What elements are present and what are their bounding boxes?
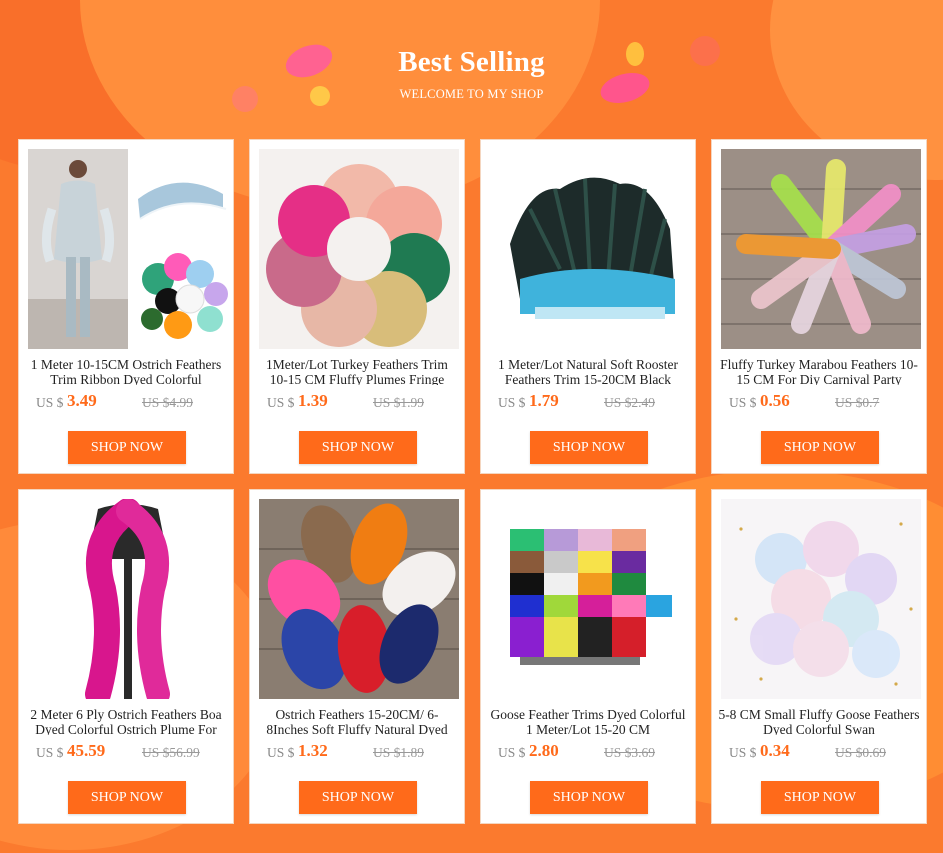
price-row: US $ 0.56 US $0.7 — [729, 391, 916, 413]
product-image[interactable] — [28, 149, 228, 349]
original-price: US $0.7 — [835, 395, 880, 410]
currency-label: US $ — [36, 395, 64, 410]
product-card[interactable]: 1 Meter/Lot Natural Soft Rooster Feather… — [480, 139, 696, 474]
price-row: US $ 1.39 US $1.99 — [267, 391, 454, 413]
currency-label: US $ — [36, 745, 64, 760]
shop-now-button[interactable]: SHOP NOW — [530, 781, 648, 814]
shop-now-button[interactable]: SHOP NOW — [530, 431, 648, 464]
shop-now-button[interactable]: SHOP NOW — [761, 781, 879, 814]
original-price: US $3.69 — [604, 745, 656, 760]
product-image[interactable] — [490, 149, 690, 349]
goose-trims-grid-image — [490, 499, 690, 699]
product-image[interactable] — [490, 499, 690, 699]
product-card[interactable]: 5-8 CM Small Fluffy Goose Feathers Dyed … — [711, 489, 927, 824]
section-title: Best Selling — [398, 46, 545, 78]
shop-now-button[interactable]: SHOP NOW — [68, 431, 186, 464]
product-title[interactable]: Fluffy Turkey Marabou Feathers 10-15 CM … — [718, 357, 920, 385]
price-row: US $ 2.80 US $3.69 — [498, 741, 685, 763]
turkey-feather-wreath-image — [259, 149, 459, 349]
product-image[interactable] — [721, 499, 921, 699]
section-header: Best Selling WELCOME TO MY SHOP — [0, 44, 943, 102]
sale-price: 1.39 — [298, 391, 328, 410]
currency-label: US $ — [267, 745, 295, 760]
sale-price: 3.49 — [67, 391, 97, 410]
currency-label: US $ — [498, 395, 526, 410]
marabou-feathers-on-wood-image — [721, 149, 921, 349]
product-title[interactable]: Goose Feather Trims Dyed Colorful 1 Mete… — [487, 707, 689, 735]
section-subtitle: WELCOME TO MY SHOP — [399, 87, 544, 101]
product-grid: 1 Meter 10-15CM Ostrich Feathers Trim Ri… — [18, 139, 927, 824]
price-row: US $ 1.32 US $1.89 — [267, 741, 454, 763]
product-title[interactable]: Ostrich Feathers 15-20CM/ 6-8Inches Soft… — [256, 707, 458, 735]
rooster-feather-trim-image — [490, 149, 690, 349]
product-image[interactable] — [28, 499, 228, 699]
original-price: US $1.89 — [373, 745, 425, 760]
product-title[interactable]: 1 Meter 10-15CM Ostrich Feathers Trim Ri… — [25, 357, 227, 385]
currency-label: US $ — [729, 395, 757, 410]
product-title[interactable]: 5-8 CM Small Fluffy Goose Feathers Dyed … — [718, 707, 920, 735]
sale-price: 45.59 — [67, 741, 106, 760]
product-card[interactable]: 1 Meter 10-15CM Ostrich Feathers Trim Ri… — [18, 139, 234, 474]
currency-label: US $ — [729, 745, 757, 760]
original-price: US $56.99 — [142, 745, 200, 760]
shop-now-button[interactable]: SHOP NOW — [68, 781, 186, 814]
ostrich-boa-image — [28, 499, 228, 699]
small-goose-feathers-image — [721, 499, 921, 699]
currency-label: US $ — [267, 395, 295, 410]
price-row: US $ 3.49 US $4.99 — [36, 391, 223, 413]
product-image[interactable] — [259, 149, 459, 349]
original-price: US $0.69 — [835, 745, 887, 760]
price-row: US $ 1.79 US $2.49 — [498, 391, 685, 413]
product-title[interactable]: 1Meter/Lot Turkey Feathers Trim 10-15 CM… — [256, 357, 458, 385]
product-card[interactable]: 1Meter/Lot Turkey Feathers Trim 10-15 CM… — [249, 139, 465, 474]
price-row: US $ 45.59 US $56.99 — [36, 741, 223, 763]
shop-now-button[interactable]: SHOP NOW — [299, 781, 417, 814]
shop-now-button[interactable]: SHOP NOW — [761, 431, 879, 464]
product-card[interactable]: Fluffy Turkey Marabou Feathers 10-15 CM … — [711, 139, 927, 474]
product-title[interactable]: 1 Meter/Lot Natural Soft Rooster Feather… — [487, 357, 689, 385]
product-card[interactable]: Goose Feather Trims Dyed Colorful 1 Mete… — [480, 489, 696, 824]
product-card[interactable]: 2 Meter 6 Ply Ostrich Feathers Boa Dyed … — [18, 489, 234, 824]
product-title[interactable]: 2 Meter 6 Ply Ostrich Feathers Boa Dyed … — [25, 707, 227, 735]
original-price: US $1.99 — [373, 395, 425, 410]
sale-price: 2.80 — [529, 741, 559, 760]
shop-now-button[interactable]: SHOP NOW — [299, 431, 417, 464]
sale-price: 1.79 — [529, 391, 559, 410]
original-price: US $4.99 — [142, 395, 194, 410]
currency-label: US $ — [498, 745, 526, 760]
sale-price: 0.34 — [760, 741, 790, 760]
product-image[interactable] — [721, 149, 921, 349]
sale-price: 0.56 — [760, 391, 790, 410]
price-row: US $ 0.34 US $0.69 — [729, 741, 916, 763]
ostrich-plumes-on-wood-image — [259, 499, 459, 699]
sale-price: 1.32 — [298, 741, 328, 760]
product-image[interactable] — [259, 499, 459, 699]
product-card[interactable]: Ostrich Feathers 15-20CM/ 6-8Inches Soft… — [249, 489, 465, 824]
model-feather-trim-image — [28, 149, 228, 349]
original-price: US $2.49 — [604, 395, 656, 410]
